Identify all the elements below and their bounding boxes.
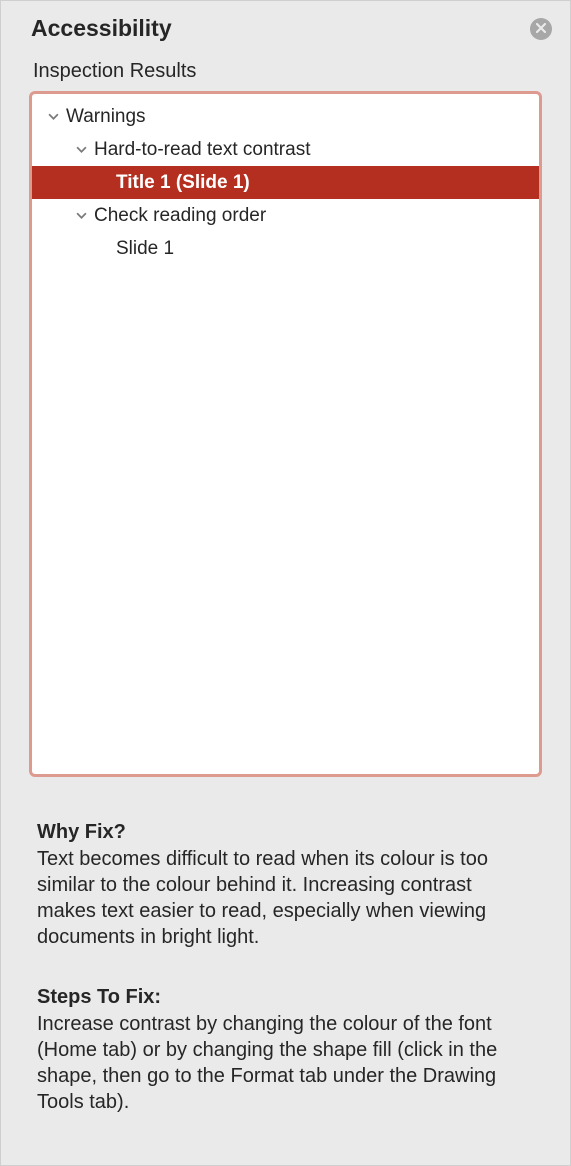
close-button[interactable]: [530, 18, 552, 40]
inspection-results-list: Warnings Hard-to-read text contrast Titl…: [29, 91, 542, 777]
chevron-down-icon: [74, 143, 88, 157]
chevron-down-icon: [74, 209, 88, 223]
inspection-results-label: Inspection Results: [1, 50, 570, 91]
tree-label: Title 1 (Slide 1): [116, 172, 250, 194]
tree-group-contrast[interactable]: Hard-to-read text contrast: [32, 133, 539, 166]
accessibility-panel: Accessibility Inspection Results Warning…: [0, 0, 571, 1166]
tree-group-reading-order[interactable]: Check reading order: [32, 199, 539, 232]
chevron-down-icon: [46, 110, 60, 124]
tree-item-slide1[interactable]: Slide 1: [32, 232, 539, 265]
tree-label: Hard-to-read text contrast: [94, 139, 310, 161]
panel-header: Accessibility: [1, 1, 570, 50]
tree-label: Warnings: [66, 106, 146, 128]
why-fix-body: Text becomes difficult to read when its …: [37, 846, 534, 950]
close-icon: [536, 20, 546, 38]
tree-item-title1-slide1[interactable]: Title 1 (Slide 1): [32, 166, 539, 199]
panel-title: Accessibility: [31, 15, 172, 42]
details-section: Why Fix? Text becomes difficult to read …: [1, 777, 570, 1115]
why-fix-heading: Why Fix?: [37, 821, 534, 844]
tree-label: Slide 1: [116, 238, 174, 260]
tree-label: Check reading order: [94, 205, 266, 227]
steps-to-fix-body: Increase contrast by changing the colour…: [37, 1011, 534, 1115]
steps-to-fix-heading: Steps To Fix:: [37, 986, 534, 1009]
tree-group-warnings[interactable]: Warnings: [32, 100, 539, 133]
